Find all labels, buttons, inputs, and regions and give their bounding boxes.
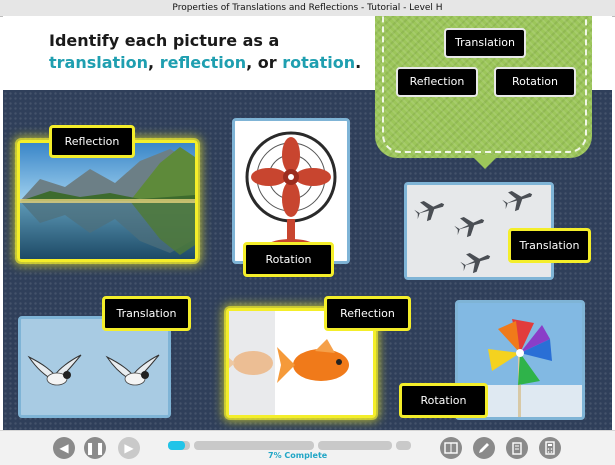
instruction-line1: Identify each picture as a xyxy=(49,31,280,50)
player-footer: ◀ ❚❚ ▶ 7% Complete xyxy=(0,430,615,465)
instruction-text: Identify each picture as a translation, … xyxy=(49,31,362,72)
placed-label-pinwheel[interactable]: Rotation xyxy=(399,383,488,418)
term-reflection: reflection xyxy=(159,53,247,72)
calculator-icon[interactable] xyxy=(539,437,561,459)
progress-label: 7% Complete xyxy=(268,451,328,460)
window-title: Properties of Translations and Reflectio… xyxy=(0,0,615,17)
term-translation: translation xyxy=(49,53,149,72)
pencil-icon[interactable] xyxy=(473,437,495,459)
glossary-icon[interactable] xyxy=(440,437,462,459)
gulls-picture[interactable] xyxy=(18,316,171,418)
lake-mountain-picture[interactable] xyxy=(17,140,198,262)
bank-chip-rotation[interactable]: Rotation xyxy=(494,67,576,97)
placed-label-fan[interactable]: Rotation xyxy=(243,242,334,277)
bank-chip-translation[interactable]: Translation xyxy=(444,28,526,58)
pause-icon[interactable]: ❚❚ xyxy=(84,437,106,459)
placed-label-lake[interactable]: Reflection xyxy=(49,125,135,158)
bank-chip-reflection[interactable]: Reflection xyxy=(396,67,478,97)
placed-label-goldfish[interactable]: Reflection xyxy=(324,296,411,331)
placed-label-jets[interactable]: Translation xyxy=(508,228,591,263)
activity-scene: Identify each picture as a translation, … xyxy=(3,16,612,430)
placed-label-gulls[interactable]: Translation xyxy=(102,296,191,331)
arrow-right-icon: ▶ xyxy=(118,437,140,459)
term-rotation: rotation xyxy=(282,53,356,72)
arrow-left-icon[interactable]: ◀ xyxy=(53,437,75,459)
word-bank-tail xyxy=(471,155,499,169)
progress-bar xyxy=(168,441,411,450)
notepad-icon[interactable] xyxy=(506,437,528,459)
progress-fill xyxy=(168,441,185,450)
